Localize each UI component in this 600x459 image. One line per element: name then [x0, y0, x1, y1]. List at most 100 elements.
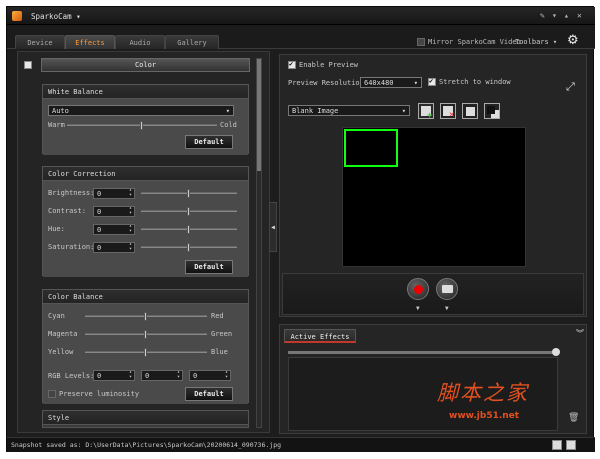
scrollbar-thumb[interactable] [257, 59, 261, 171]
cc-row-label: Contrast: [48, 207, 86, 215]
style-title[interactable]: Style [43, 411, 248, 425]
settings-scrollbar[interactable] [256, 58, 262, 428]
slider-knob[interactable] [187, 225, 190, 234]
site-watermark-url: www.jb51.net [449, 411, 520, 421]
tab-device[interactable]: Device [15, 35, 65, 49]
toolbars-menu[interactable]: Toolbars ▾ [515, 38, 557, 46]
camera-icon [442, 285, 453, 293]
mirror-checkbox[interactable] [417, 38, 425, 46]
pin-icon[interactable]: ✎ [540, 11, 545, 20]
cold-label: Cold [220, 121, 237, 129]
rgb-green-spinner[interactable]: 0 [141, 370, 183, 381]
menu-down-icon[interactable]: ▾ [552, 11, 557, 20]
warm-label: Warm [48, 121, 65, 129]
stretch-window-toggle[interactable]: Stretch to window [428, 77, 511, 86]
white-balance-slider[interactable] [67, 121, 217, 130]
slider-knob[interactable] [187, 243, 190, 252]
site-watermark: 脚本之家 [437, 381, 529, 405]
cb-row-slider[interactable] [85, 348, 207, 357]
slider-knob[interactable] [140, 121, 143, 130]
slider-knob[interactable] [187, 189, 190, 198]
stretch-window-checkbox[interactable] [428, 77, 436, 86]
remove-image-icon[interactable]: ✕ [440, 103, 456, 120]
add-image-icon[interactable]: + [418, 103, 434, 121]
slider-knob[interactable] [187, 207, 190, 216]
minimize-icon[interactable]: ▴ [564, 11, 569, 20]
close-icon[interactable]: ✕ [577, 11, 582, 20]
cc-row-spinner[interactable]: 0 [93, 242, 135, 253]
cc-row-spinner[interactable]: 0 [93, 224, 135, 235]
rgb-blue-spinner[interactable]: 0 [189, 370, 231, 381]
gear-icon[interactable]: ⚙ [567, 34, 580, 47]
preview-resolution-select[interactable]: 640x480 [360, 77, 422, 88]
cc-row-spinner[interactable]: 0 [93, 206, 135, 217]
record-icon [414, 285, 423, 294]
white-balance-section: White Balance Auto Warm Cold Default [42, 84, 249, 155]
preview-resolution-label: Preview Resolution: [288, 79, 369, 87]
slider-knob[interactable] [144, 312, 147, 321]
slider-knob[interactable] [144, 348, 147, 357]
collapse-panel-handle[interactable]: ◀ [269, 202, 277, 252]
cc-row-spinner[interactable]: 0 [93, 188, 135, 199]
active-effects-panel: Active Effects ︾ 🗑 [279, 324, 587, 434]
cb-row-left-label: Cyan [48, 312, 65, 320]
cc-row-label: Saturation: [48, 243, 95, 251]
color-correction-default-button[interactable]: Default [185, 260, 233, 274]
record-options-icon[interactable]: ▼ [416, 305, 420, 312]
facebook-icon[interactable] [552, 440, 562, 450]
overlay-selection-frame[interactable] [344, 129, 398, 167]
color-correction-title: Color Correction [43, 167, 248, 181]
overlay-image-select[interactable]: Blank Image [288, 105, 410, 116]
tab-audio[interactable]: Audio [115, 35, 165, 49]
snapshot-button[interactable] [436, 278, 458, 300]
twitter-icon[interactable] [566, 440, 576, 450]
tab-effects[interactable]: Effects [65, 35, 115, 49]
slider-knob[interactable] [144, 330, 147, 339]
white-balance-default-button[interactable]: Default [185, 135, 233, 149]
capture-controls: ▼ ▼ [282, 273, 584, 315]
tab-bar: Device Effects Audio Gallery Mirror Spar… [7, 25, 595, 49]
color-section-header[interactable]: Color [41, 58, 250, 72]
fullscreen-icon[interactable]: ⤢ [566, 80, 575, 94]
cc-row-slider[interactable] [141, 207, 237, 216]
preview-panel: Enable Preview Preview Resolution: 640x4… [279, 54, 587, 317]
mirror-video-toggle[interactable]: Mirror SparkoCam Video [417, 38, 521, 46]
tab-gallery[interactable]: Gallery [165, 35, 219, 49]
effects-scroll-thumb[interactable] [552, 348, 560, 356]
cc-row-slider[interactable] [141, 189, 237, 198]
send-back-icon[interactable] [484, 103, 500, 119]
cc-row-slider[interactable] [141, 243, 237, 252]
tab-active-effects[interactable]: Active Effects [284, 329, 356, 343]
record-button[interactable] [407, 278, 429, 300]
effects-scrollbar[interactable] [288, 348, 560, 356]
cb-row-right-label: Blue [211, 348, 228, 356]
white-balance-title: White Balance [43, 85, 248, 99]
chevron-down-icon[interactable]: ︾ [576, 328, 584, 339]
status-bar: Snapshot saved as: D:\UserData\Pictures\… [7, 437, 595, 452]
effects-settings-panel: Color White Balance Auto Warm Cold Defau… [17, 51, 270, 433]
snapshot-options-icon[interactable]: ▼ [445, 305, 449, 312]
bring-front-icon[interactable] [462, 103, 478, 119]
style-section: Style [42, 410, 249, 428]
cb-row-slider[interactable] [85, 312, 207, 321]
enable-preview-toggle[interactable]: Enable Preview [288, 60, 358, 69]
preserve-luminosity-toggle[interactable]: Preserve luminosity [48, 390, 139, 398]
status-text: Snapshot saved as: D:\UserData\Pictures\… [11, 441, 282, 449]
cb-row-right-label: Red [211, 312, 224, 320]
app-title[interactable]: SparkoCam ▾ [31, 12, 81, 21]
white-balance-mode-select[interactable]: Auto [48, 105, 234, 116]
preserve-luminosity-checkbox[interactable] [48, 390, 56, 398]
cc-row-slider[interactable] [141, 225, 237, 234]
color-balance-default-button[interactable]: Default [185, 387, 233, 401]
video-preview-canvas[interactable] [342, 127, 526, 267]
enable-preview-checkbox[interactable] [288, 60, 296, 69]
color-enable-checkbox[interactable] [24, 61, 32, 69]
app-logo-icon [12, 11, 22, 21]
cc-row-label: Hue: [48, 225, 65, 233]
cb-row-slider[interactable] [85, 330, 207, 339]
title-bar: SparkoCam ▾ ✎ ▾ ▴ ✕ [7, 7, 595, 25]
trash-icon[interactable]: 🗑 [568, 413, 579, 423]
rgb-red-spinner[interactable]: 0 [93, 370, 135, 381]
cb-row-left-label: Magenta [48, 330, 78, 338]
color-correction-section: Color Correction Brightness: 0 Contrast:… [42, 166, 249, 277]
